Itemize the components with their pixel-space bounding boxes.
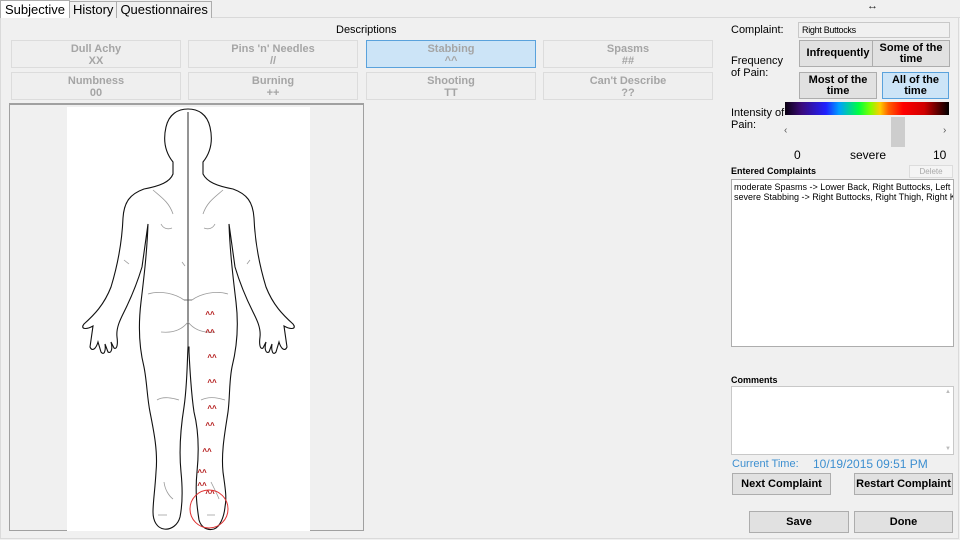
pain-marker[interactable]: ^^ (207, 353, 217, 362)
desc-symbol: 00 (89, 87, 103, 99)
frequency-all-button[interactable]: All of the time (882, 72, 949, 99)
desc-symbol: // (269, 55, 277, 67)
intensity-slider[interactable] (780, 117, 952, 147)
list-item[interactable]: moderate Spasms -> Lower Back, Right But… (734, 182, 953, 192)
desc-label: Spasms (606, 43, 650, 55)
tab-questionnaires[interactable]: Questionnaires (116, 1, 212, 18)
comments-scrollbar[interactable]: ▲ ▼ (944, 387, 953, 454)
list-item[interactable]: severe Stabbing -> Right Buttocks, Right… (734, 192, 953, 202)
tab-subjective[interactable]: Subjective (0, 0, 70, 18)
tab-history[interactable]: History (68, 1, 118, 18)
desc-label: Pins 'n' Needles (231, 43, 315, 55)
complaint-label: Complaint: (731, 24, 784, 36)
scroll-down-icon[interactable]: ▼ (945, 446, 951, 452)
desc-button-spasms[interactable]: Spasms ## (543, 40, 713, 68)
save-button[interactable]: Save (749, 511, 849, 533)
desc-button-cant-describe[interactable]: Can't Describe ?? (543, 72, 713, 100)
pain-marker[interactable]: ^^ (197, 468, 207, 477)
body-diagram-panel[interactable]: ^^ ^^ ^^ ^^ ^^ ^^ ^^ ^^ ^^ ^^ (9, 103, 364, 531)
diagram-canvas (67, 107, 310, 531)
frequency-label: Frequency of Pain: (731, 55, 783, 79)
comments-label: Comments (731, 375, 778, 385)
pain-marker[interactable]: ^^ (205, 328, 215, 337)
current-time-label: Current Time: (732, 458, 799, 470)
desc-label: Can't Describe (589, 75, 667, 87)
desc-button-pins-needles[interactable]: Pins 'n' Needles // (188, 40, 358, 68)
entered-complaints-list[interactable]: moderate Spasms -> Lower Back, Right But… (731, 179, 954, 347)
scroll-up-icon[interactable]: ▲ (945, 389, 951, 395)
desc-symbol: ^^ (444, 55, 458, 67)
restart-complaint-button[interactable]: Restart Complaint (854, 473, 953, 495)
desc-button-burning[interactable]: Burning ++ (188, 72, 358, 100)
body-diagram[interactable]: ^^^^^^^^^^^^^^^^^^^^ (10, 105, 365, 533)
slider-right-arrow-icon[interactable]: › (943, 125, 946, 136)
intensity-slider-thumb[interactable] (891, 117, 905, 147)
current-time-value: 10/19/2015 09:51 PM (813, 457, 928, 471)
pain-marker[interactable]: ^^ (202, 447, 212, 456)
desc-symbol: XX (88, 55, 104, 67)
desc-button-shooting[interactable]: Shooting TT (366, 72, 536, 100)
intensity-min-label: 0 (794, 148, 801, 162)
desc-label: Shooting (427, 75, 475, 87)
frequency-some-button[interactable]: Some of the time (872, 40, 950, 67)
slider-left-arrow-icon[interactable]: ‹ (784, 125, 787, 136)
desc-symbol: ?? (621, 87, 635, 99)
desc-label: Burning (251, 75, 295, 87)
intensity-label: Intensity of Pain: (731, 107, 785, 131)
desc-label: Dull Achy (70, 43, 122, 55)
frequency-infrequently-button[interactable]: Infrequently (799, 40, 877, 67)
comments-textarea[interactable]: ▲ ▼ (731, 386, 954, 455)
desc-button-dull-achy[interactable]: Dull Achy XX (11, 40, 181, 68)
desc-symbol: ## (621, 55, 635, 67)
pain-marker[interactable]: ^^ (205, 421, 215, 430)
pain-marker[interactable]: ^^ (205, 310, 215, 319)
intensity-max-label: 10 (933, 148, 947, 162)
desc-button-numbness[interactable]: Numbness 00 (11, 72, 181, 100)
desc-symbol: TT (444, 87, 458, 99)
intensity-color-spectrum (785, 102, 949, 115)
desc-label: Stabbing (427, 43, 475, 55)
desc-label: Numbness (67, 75, 125, 87)
desc-button-stabbing[interactable]: Stabbing ^^ (366, 40, 536, 68)
frequency-most-button[interactable]: Most of the time (799, 72, 877, 99)
descriptions-title: Descriptions (336, 24, 397, 36)
done-button[interactable]: Done (854, 511, 953, 533)
pain-marker[interactable]: ^^ (207, 404, 217, 413)
desc-symbol: ++ (266, 87, 280, 99)
pain-marker[interactable]: ^^ (207, 378, 217, 387)
intensity-current-label: severe (850, 148, 887, 162)
tab-bar: Subjective History Questionnaires (0, 0, 212, 18)
complaint-field[interactable]: Right Buttocks (798, 22, 950, 38)
resize-arrows-icon[interactable]: ↔ (867, 0, 878, 12)
delete-button[interactable]: Delete (909, 165, 953, 178)
entered-complaints-label: Entered Complaints (731, 166, 817, 176)
next-complaint-button[interactable]: Next Complaint (732, 473, 831, 495)
